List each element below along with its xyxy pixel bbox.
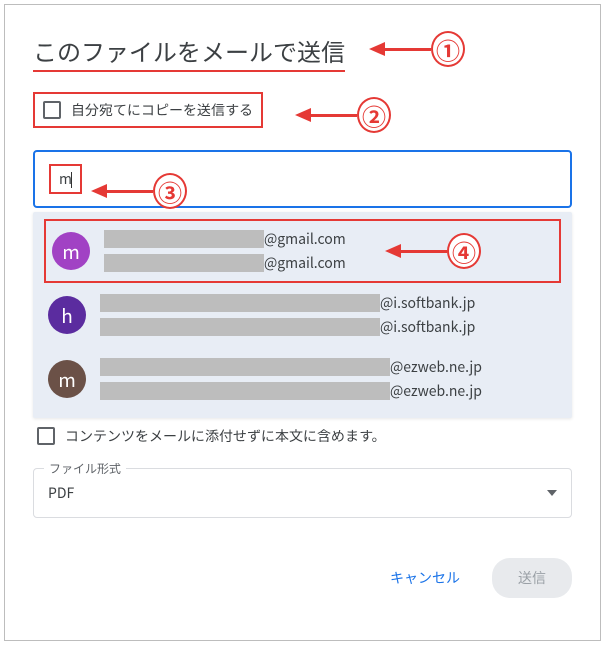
redacted-name [100, 358, 390, 376]
redacted-email [104, 254, 264, 272]
copy-self-checkbox[interactable] [43, 101, 61, 119]
email-suggestions-dropdown: m @gmail.com @gmail.com h @i.softbank.jp… [33, 212, 572, 418]
email-file-dialog: このファイルをメールで送信 自分宛てにコピーを送信する m m @gmail.c… [4, 4, 601, 641]
suggestion-item[interactable]: m @gmail.com @gmail.com [44, 219, 561, 283]
suggestion-item[interactable]: h @i.softbank.jp @i.softbank.jp [34, 283, 571, 347]
avatar: m [48, 360, 86, 398]
suggestion-text: @i.softbank.jp @i.softbank.jp [100, 293, 557, 337]
redacted-name [104, 230, 264, 248]
redacted-email [100, 318, 380, 336]
avatar: h [48, 296, 86, 334]
chevron-down-icon [547, 490, 557, 496]
annotation-highlight-3: m [49, 164, 82, 194]
text-caret-icon [71, 172, 72, 188]
include-in-body-checkbox[interactable] [37, 427, 55, 445]
annotation-highlight-2: 自分宛てにコピーを送信する [33, 92, 263, 128]
avatar: m [52, 232, 90, 270]
suggestion-text: @gmail.com @gmail.com [104, 229, 553, 273]
send-button[interactable]: 送信 [492, 558, 572, 598]
recipients-input[interactable]: m [33, 150, 572, 208]
redacted-email [100, 382, 390, 400]
dialog-title: このファイルをメールで送信 [33, 33, 572, 68]
suggestion-item[interactable]: m @ezweb.ne.jp @ezweb.ne.jp [34, 347, 571, 411]
cancel-button[interactable]: キャンセル [378, 560, 472, 596]
include-in-body-label: コンテンツをメールに添付せずに本文に含めます。 [65, 426, 386, 446]
file-format-value: PDF [48, 483, 74, 503]
redacted-name [100, 294, 380, 312]
dialog-actions: キャンセル 送信 [33, 558, 572, 598]
file-format-field-label: ファイル形式 [44, 460, 126, 477]
file-format-select[interactable]: ファイル形式 PDF [33, 468, 572, 518]
suggestion-text: @ezweb.ne.jp @ezweb.ne.jp [100, 357, 557, 401]
copy-self-label: 自分宛てにコピーを送信する [71, 100, 253, 120]
